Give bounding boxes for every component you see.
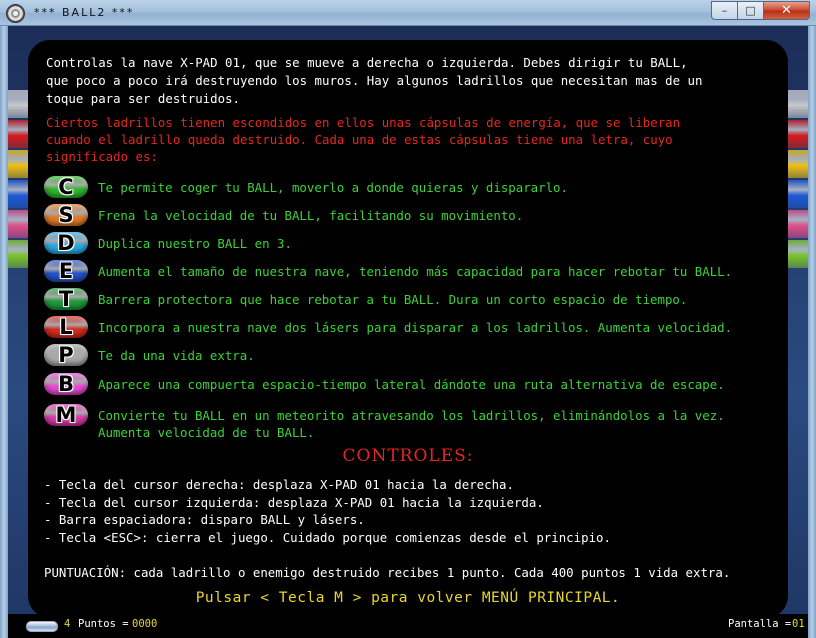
- capsule-letter: M: [55, 403, 77, 427]
- back-to-menu-hint: Pulsar < Tecla M > para volver MENÚ PRIN…: [195, 590, 621, 606]
- paddle-icon: [26, 621, 58, 632]
- capsule-m-icon: M: [44, 404, 88, 426]
- capsule-description: Te da una vida extra.: [98, 348, 255, 363]
- capsules-intro-text: Ciertos ladrillos tienen escondidos en e…: [46, 115, 681, 164]
- game-area: Controlas la nave X-PAD 01, que se mueve…: [8, 26, 808, 638]
- capsule-item: T Barrera protectora que hace rebotar a t…: [44, 288, 687, 310]
- screen-label: Pantalla =: [728, 618, 792, 630]
- capsule-item: B Aparece una compuerta espacio-tiempo la…: [44, 373, 725, 395]
- capsule-description: Aumenta el tamaño de nuestra nave, tenie…: [98, 264, 733, 279]
- window-title: *** BALL2 ***: [34, 6, 135, 19]
- capsule-letter: B: [57, 372, 74, 396]
- capsule-item: D Duplica nuestro BALL en 3.: [44, 232, 292, 254]
- minimize-icon: –: [721, 4, 728, 17]
- capsule-description: Incorpora a nuestra nave dos lásers para…: [98, 320, 733, 335]
- capsule-t-icon: T: [44, 288, 88, 310]
- window-frame-left: [0, 26, 8, 638]
- screen-value: 01: [792, 618, 805, 630]
- app-icon[interactable]: [6, 4, 25, 23]
- score-value: 0000: [132, 618, 158, 630]
- capsule-item: P Te da una vida extra.: [44, 344, 255, 366]
- capsule-item: E Aumenta el tamaño de nuestra nave, teni…: [44, 260, 732, 282]
- capsule-letter: P: [58, 343, 74, 367]
- maximize-icon: □: [745, 4, 756, 17]
- capsule-description: Convierte tu BALL en un meteorito atrave…: [98, 408, 725, 440]
- capsule-letter: T: [58, 287, 74, 311]
- capsule-letter: D: [57, 231, 75, 255]
- capsule-description: Frena la velocidad de tu BALL, facilitan…: [98, 208, 524, 223]
- intro-text: Controlas la nave X-PAD 01, que se mueve…: [46, 55, 703, 106]
- capsule-item: L Incorpora a nuestra nave dos lásers par…: [44, 316, 732, 338]
- control-item: - Tecla del cursor derecha: desplaza X-P…: [44, 477, 514, 492]
- capsule-s-icon: S: [44, 204, 88, 226]
- score-label: Puntos =: [78, 618, 129, 630]
- capsule-c-icon: C: [44, 176, 88, 198]
- capsule-p-icon: P: [44, 344, 88, 366]
- capsule-letter: C: [58, 175, 74, 199]
- capsule-item: M Convierte tu BALL en un meteorito atrav…: [44, 404, 725, 441]
- minimize-button[interactable]: –: [711, 1, 738, 20]
- status-bar: 4 Puntos = 0000 Pantalla = 01: [8, 614, 808, 638]
- capsule-item: S Frena la velocidad de tu BALL, facilita…: [44, 204, 523, 226]
- capsule-description: Te permite coger tu BALL, moverlo a dond…: [98, 180, 568, 195]
- capsule-d-icon: D: [44, 232, 88, 254]
- maximize-button[interactable]: □: [738, 1, 764, 20]
- capsule-b-icon: B: [44, 373, 88, 395]
- capsule-l-icon: L: [44, 316, 88, 338]
- lives-count: 4: [64, 618, 71, 630]
- help-panel: Controlas la nave X-PAD 01, que se mueve…: [28, 40, 788, 618]
- close-button[interactable]: ✕: [764, 1, 810, 20]
- capsule-e-icon: E: [44, 260, 88, 282]
- window-titlebar[interactable]: *** BALL2 *** – □ ✕: [0, 0, 816, 26]
- capsule-letter: L: [59, 315, 73, 339]
- window-controls: – □ ✕: [711, 1, 810, 20]
- capsule-item: C Te permite coger tu BALL, moverlo a don…: [44, 176, 568, 198]
- control-item: - Barra espaciadora: disparo BALL y láse…: [44, 512, 365, 527]
- capsule-description: Aparece una compuerta espacio-tiempo lat…: [98, 377, 725, 392]
- controls-heading: CONTROLES:: [342, 446, 474, 466]
- capsule-description: Duplica nuestro BALL en 3.: [98, 236, 292, 251]
- capsule-description: Barrera protectora que hace rebotar a tu…: [98, 292, 688, 307]
- controls-list: - Tecla del cursor derecha: desplaza X-P…: [44, 476, 611, 546]
- close-icon: ✕: [781, 3, 792, 18]
- control-item: - Tecla <ESC>: cierra el juego. Cuidado …: [44, 529, 611, 545]
- control-item: - Tecla del cursor izquierda: desplaza X…: [44, 494, 544, 510]
- capsule-letter: E: [58, 259, 74, 283]
- scoring-text: PUNTUACIÓN: cada ladrillo o enemigo dest…: [44, 565, 731, 580]
- window-frame-right: [808, 26, 816, 638]
- capsule-letter: S: [58, 203, 74, 227]
